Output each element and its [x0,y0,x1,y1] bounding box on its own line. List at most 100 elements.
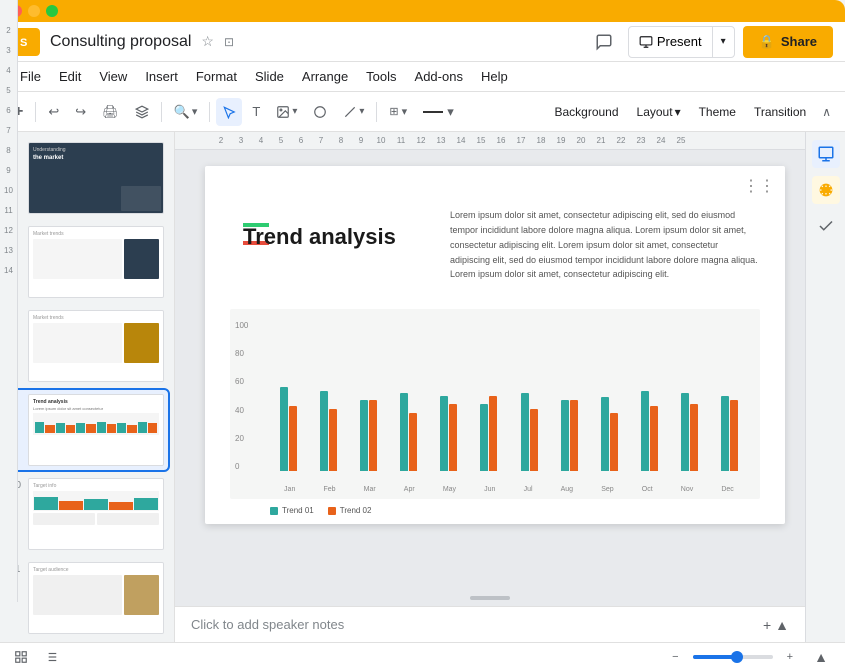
chart-container[interactable]: 0 20 40 60 80 100 [230,309,760,499]
legend-trend02: Trend 02 [328,506,372,515]
print-button[interactable]: 🖨 [96,98,125,126]
bar-teal-jun [480,404,488,471]
slide-body[interactable]: Lorem ipsum dolor sit amet, consectetur … [450,208,760,282]
zoom-button[interactable]: 🔍 ▾ [168,98,204,126]
panel-icon-slides[interactable] [812,140,840,168]
lock-icon: 🔒 [759,34,775,50]
menu-arrange[interactable]: Arrange [294,65,356,88]
folder-icon[interactable]: ⊡ [224,35,234,49]
image-tool[interactable]: ▾ [270,98,303,126]
menu-addons[interactable]: Add-ons [407,65,471,88]
bar-orange-feb [329,409,337,471]
bar-orange-nov [690,404,698,471]
app-header: S Consulting proposal ☆ ⊡ Present ▾ 🔒 Sh… [0,22,845,62]
collapse-notes-button[interactable]: ▲ [775,617,789,633]
background-button[interactable]: Background [546,101,626,123]
x-label-nov: Nov [681,486,693,493]
menu-edit[interactable]: Edit [51,65,89,88]
y-label-40: 40 [235,406,248,415]
undo-button[interactable]: ↩ [42,98,65,126]
slide-thumbnail-6: Understanding the market [28,142,164,214]
document-title[interactable]: Consulting proposal [50,33,191,51]
share-button[interactable]: 🔒 Share [743,26,833,58]
slide-item-8[interactable]: 8 Market trends [6,306,168,386]
x-label-aug: Aug [561,486,573,493]
slide-title[interactable]: Trend analysis [243,224,423,250]
legend-label-trend02: Trend 02 [340,506,372,515]
bar-group-may [430,341,467,471]
menu-help[interactable]: Help [473,65,516,88]
text-tool[interactable]: T [246,98,266,126]
menu-insert[interactable]: Insert [137,65,186,88]
panel-icon-theme[interactable] [812,176,840,204]
y-label-0: 0 [235,462,248,471]
notes-placeholder[interactable]: Click to add speaker notes [191,617,344,632]
layout-button[interactable]: Layout ▾ [629,101,689,123]
menu-tools[interactable]: Tools [358,65,404,88]
line-style-button[interactable]: ▾ [417,98,460,126]
y-label-100: 100 [235,321,248,330]
x-label-mar: Mar [364,486,376,493]
star-icon[interactable]: ☆ [201,33,214,50]
slide-item-7[interactable]: 7 Market trends [6,222,168,302]
redo-button[interactable]: ↪ [69,98,92,126]
slide-thumbnail-10: Target info [28,478,164,550]
ruler-mark: 21 [591,136,611,145]
line-tool[interactable]: ▾ [337,98,370,126]
legend-label-trend01: Trend 01 [282,506,314,515]
zoom-slider[interactable] [693,655,773,659]
bar-teal-mar [360,400,368,471]
zoom-in-button[interactable]: + [781,649,799,665]
slide-item-6[interactable]: 6 Understanding the market [6,138,168,218]
slide-item-10[interactable]: 10 Target info [6,474,168,554]
layout-arrow: ▾ [675,105,681,119]
slides-sidebar: 6 Understanding the market 7 Market tren… [0,132,175,642]
menu-view[interactable]: View [91,65,135,88]
notes-area[interactable]: Click to add speaker notes + ▲ [175,606,805,642]
maximize-button[interactable] [46,5,58,17]
bar-group-aug [551,341,588,471]
menubar: File Edit View Insert Format Slide Arran… [0,62,845,92]
bar-teal-apr [400,393,408,471]
toolbar-divider-2 [161,102,162,122]
slide-canvas[interactable]: ⋮⋮ Trend analysis Lorem ipsum [205,166,785,524]
collapse-button[interactable]: ▲ [807,646,835,668]
bar-teal-aug [561,400,569,471]
slide-area[interactable]: ⋮⋮ Trend analysis Lorem ipsum [175,150,805,590]
scroll-indicator[interactable] [470,596,510,600]
theme-button[interactable]: Theme [691,101,744,123]
select-tool[interactable] [216,98,242,126]
menu-slide[interactable]: Slide [247,65,292,88]
bar-teal-nov [681,393,689,471]
x-label-oct: Oct [642,486,653,493]
present-dropdown-arrow[interactable]: ▾ [712,27,734,57]
collapse-toolbar-button[interactable]: ∧ [816,98,837,126]
x-label-sep: Sep [601,486,613,493]
titlebar [0,0,845,22]
slide-options-icon[interactable]: ⋮⋮ [743,176,775,196]
transition-button[interactable]: Transition [746,101,814,123]
x-label-jun: Jun [484,486,495,493]
spellcheck-button[interactable] [129,98,155,126]
minimize-button[interactable] [28,5,40,17]
y-label-20: 20 [235,434,248,443]
ruler-mark: 7 [311,136,331,145]
expand-notes-button[interactable]: + [763,617,771,633]
list-view-button[interactable] [40,648,62,666]
insert-button[interactable]: ⊞ ▾ [383,98,413,126]
slide-thumbnail-9: Trend analysis Lorem ipsum dolor sit ame… [28,394,164,466]
menu-format[interactable]: Format [188,65,245,88]
grid-view-button[interactable] [10,648,32,666]
svg-text:S: S [20,37,27,49]
slide-item-9[interactable]: 9 Trend analysis Lorem ipsum dolor sit a… [6,390,168,470]
ruler-mark: 14 [451,136,471,145]
comments-button[interactable] [588,26,620,58]
zoom-out-button[interactable]: − [666,649,684,665]
slide-item-11[interactable]: 11 Target audience [6,558,168,638]
shape-tool[interactable] [307,98,333,126]
present-button[interactable]: Present ▾ [628,26,735,58]
toolbar-divider-4 [376,102,377,122]
panel-icon-check[interactable] [812,212,840,240]
legend-trend01: Trend 01 [270,506,314,515]
ruler-mark: 6 [291,136,311,145]
